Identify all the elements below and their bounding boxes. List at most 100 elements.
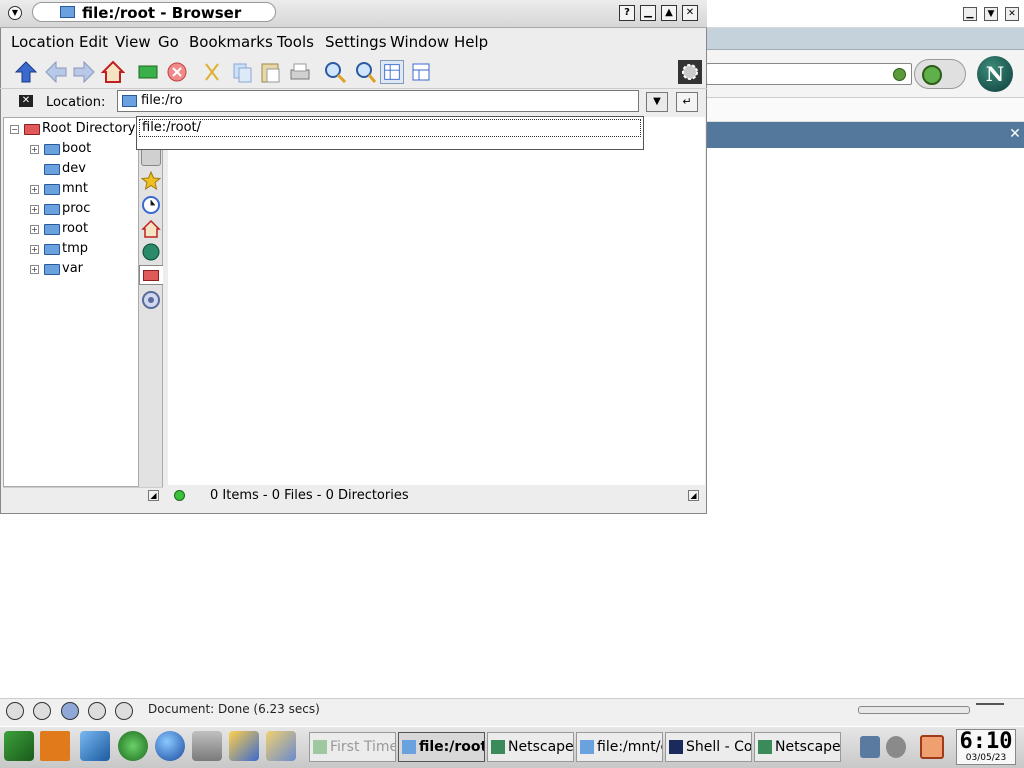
tree-item-label: proc <box>62 201 91 216</box>
clock-time: 6:10 <box>959 729 1013 754</box>
composer-icon[interactable] <box>61 702 79 720</box>
history-clock-icon[interactable] <box>141 195 161 215</box>
window-title: file:/root - Browser <box>82 4 242 22</box>
globe-icon[interactable] <box>155 731 185 761</box>
window-menu-icon[interactable]: ▼ <box>8 6 22 20</box>
netscape-minimize-button[interactable]: ▁ <box>963 7 977 21</box>
menu-help[interactable]: Help <box>454 33 488 51</box>
tree-item-root[interactable]: + root <box>4 219 138 239</box>
tree-root-row[interactable]: − Root Directory <box>4 119 138 139</box>
stop-icon[interactable] <box>165 60 189 84</box>
zoom-out-icon[interactable] <box>352 60 376 84</box>
location-dropdown-button[interactable]: ▼ <box>646 92 668 112</box>
go-icon[interactable] <box>893 68 906 81</box>
tree-resize-handle[interactable]: ◢ <box>148 490 159 501</box>
navigator-icon[interactable] <box>6 702 24 720</box>
cut-icon[interactable] <box>200 60 224 84</box>
root-folder-tab[interactable] <box>139 265 163 285</box>
tree-item-dev[interactable]: dev <box>4 159 138 179</box>
online-status-icon[interactable] <box>976 703 1004 715</box>
run-icon[interactable] <box>229 731 259 761</box>
expand-icon[interactable]: + <box>30 205 39 214</box>
clear-location-icon[interactable]: ✕ <box>19 95 33 107</box>
expand-icon[interactable]: + <box>30 265 39 274</box>
close-button[interactable]: ✕ <box>682 5 698 21</box>
start-menu-icon[interactable] <box>4 731 34 761</box>
tree-item-mnt[interactable]: + mnt <box>4 179 138 199</box>
menu-view[interactable]: View <box>115 33 151 51</box>
reload-icon[interactable] <box>136 60 160 84</box>
expand-icon[interactable]: + <box>30 145 39 154</box>
menu-window[interactable]: Window <box>390 33 449 51</box>
progress-bar <box>858 706 970 714</box>
file-view[interactable] <box>168 117 705 485</box>
print-icon[interactable] <box>288 60 312 84</box>
lifebuoy-icon[interactable] <box>40 731 70 761</box>
detail-view-icon[interactable] <box>409 60 433 84</box>
menu-tools[interactable]: Tools <box>277 33 314 51</box>
tree-item-var[interactable]: + var <box>4 259 138 279</box>
clock[interactable]: 6:10 03/05/23 <box>956 729 1016 765</box>
runner-icon[interactable] <box>118 731 148 761</box>
gear-icon[interactable] <box>678 60 702 84</box>
task-shell[interactable]: Shell - Co <box>665 732 752 762</box>
power-icon[interactable] <box>920 735 944 759</box>
maximize-button[interactable]: ▲ <box>661 5 677 21</box>
up-arrow-icon[interactable] <box>14 60 38 84</box>
search-icon <box>922 65 942 85</box>
tree-item-tmp[interactable]: + tmp <box>4 239 138 259</box>
drawer-icon[interactable] <box>192 731 222 761</box>
expand-icon[interactable]: + <box>30 245 39 254</box>
location-input[interactable]: file:/ro <box>117 90 639 112</box>
speaker-icon[interactable] <box>860 736 880 758</box>
home-icon[interactable] <box>101 60 125 84</box>
tree-item-proc[interactable]: + proc <box>4 199 138 219</box>
app-icon <box>313 740 327 754</box>
collapse-icon[interactable]: − <box>10 125 19 134</box>
task-file-mnt[interactable]: file:/mnt/c <box>576 732 663 762</box>
cube-icon[interactable] <box>80 731 110 761</box>
home-icon[interactable] <box>141 219 161 239</box>
icon-view-icon[interactable] <box>380 60 404 84</box>
expand-icon[interactable]: + <box>30 225 39 234</box>
netscape-url-field[interactable] <box>706 63 912 85</box>
task-netscape-2[interactable]: Netscape <box>754 732 841 762</box>
netscape-personal-toolbar <box>700 98 1024 122</box>
folder-icon <box>44 144 60 155</box>
go-button[interactable]: ↵ <box>676 92 698 112</box>
menu-bookmarks[interactable]: Bookmarks <box>189 33 273 51</box>
tree-item-boot[interactable]: + boot <box>4 139 138 159</box>
help-button[interactable]: ? <box>619 5 635 21</box>
bookmarks-star-icon[interactable] <box>141 171 161 191</box>
netscape-status-text: Document: Done (6.23 secs) <box>148 702 320 716</box>
menu-go[interactable]: Go <box>158 33 179 51</box>
task-netscape-1[interactable]: Netscape <box>487 732 574 762</box>
back-arrow-icon[interactable] <box>44 60 68 84</box>
clipboard-icon[interactable] <box>886 736 906 758</box>
forward-arrow-icon[interactable] <box>72 60 96 84</box>
netscape-close-button[interactable]: ✕ <box>1005 7 1019 21</box>
close-tab-button[interactable]: ✕ <box>1006 124 1024 144</box>
menu-location[interactable]: Location <box>11 33 74 51</box>
network-globe-icon[interactable] <box>141 242 161 262</box>
netscape-maximize-button[interactable]: ▼ <box>984 7 998 21</box>
minimize-button[interactable]: ▁ <box>640 5 656 21</box>
tools-icon[interactable] <box>88 702 106 720</box>
zoom-in-icon[interactable] <box>323 60 347 84</box>
view-resize-handle[interactable]: ◢ <box>688 490 699 501</box>
menu-edit[interactable]: Edit <box>79 33 108 51</box>
task-label: Netscape <box>508 739 574 755</box>
task-label: file:/mnt/c <box>597 739 663 755</box>
editor-icon[interactable] <box>266 731 296 761</box>
address-book-icon[interactable] <box>115 702 133 720</box>
menu-settings[interactable]: Settings <box>325 33 387 51</box>
mail-icon[interactable] <box>33 702 51 720</box>
autocomplete-item[interactable]: file:/root/ <box>139 119 641 137</box>
paste-icon[interactable] <box>258 60 282 84</box>
copy-icon[interactable] <box>230 60 254 84</box>
services-icon[interactable] <box>141 290 161 310</box>
netscape-icon <box>758 740 772 754</box>
task-file-root[interactable]: file:/root <box>398 732 485 762</box>
expand-icon[interactable]: + <box>30 185 39 194</box>
task-first-time[interactable]: First Time <box>309 732 396 762</box>
